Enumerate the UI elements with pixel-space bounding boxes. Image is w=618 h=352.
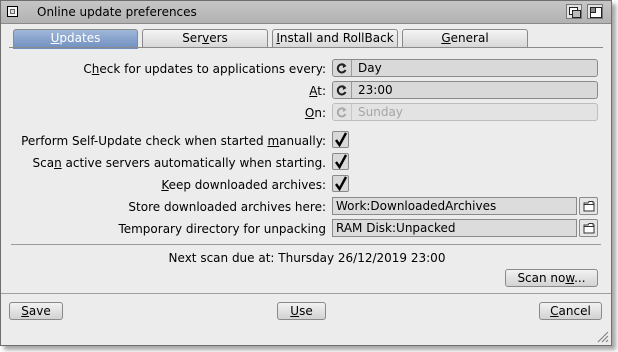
tab-general[interactable]: General bbox=[402, 29, 528, 48]
scan-now-button[interactable]: Scan now... bbox=[505, 269, 598, 287]
folder-icon bbox=[583, 201, 595, 212]
at-label: At: bbox=[309, 84, 326, 98]
temp-path-browse-button[interactable] bbox=[579, 219, 598, 237]
cancel-button[interactable]: Cancel bbox=[539, 302, 602, 320]
store-path-browse-button[interactable] bbox=[579, 197, 598, 215]
zoom-gadget-icon[interactable] bbox=[587, 4, 603, 19]
scan-active-checkbox[interactable] bbox=[332, 153, 349, 170]
separator bbox=[11, 244, 601, 245]
at-time-cycle[interactable]: 23:00 bbox=[332, 81, 598, 99]
cycle-icon bbox=[333, 60, 352, 76]
self-update-label: Perform Self-Update check when started m… bbox=[21, 134, 326, 148]
title-bar[interactable]: Online update preferences bbox=[1, 1, 611, 24]
checkmark-icon bbox=[335, 154, 348, 169]
cycle-icon bbox=[333, 104, 352, 120]
temp-path-label: Temporary directory for unpacking bbox=[118, 222, 326, 236]
check-every-cycle[interactable]: Day bbox=[332, 59, 598, 77]
tab-updates[interactable]: Updates bbox=[13, 29, 138, 49]
preferences-window: Online update preferences Updates Server… bbox=[0, 0, 612, 346]
tab-servers[interactable]: Servers bbox=[142, 29, 268, 48]
self-update-checkbox[interactable] bbox=[332, 131, 349, 148]
checkmark-icon bbox=[335, 176, 348, 191]
check-every-label: Check for updates to applications every: bbox=[83, 62, 326, 76]
tab-install-rollback[interactable]: Install and RollBack bbox=[272, 29, 398, 48]
checkmark-icon bbox=[335, 132, 348, 147]
footer-separator bbox=[1, 293, 611, 294]
on-label: On: bbox=[304, 106, 326, 120]
keep-archives-label: Keep downloaded archives: bbox=[161, 178, 326, 192]
cycle-icon bbox=[333, 82, 352, 98]
store-path-label: Store downloaded archives here: bbox=[128, 200, 326, 214]
window-title: Online update preferences bbox=[37, 5, 197, 19]
resize-grip-icon[interactable] bbox=[597, 331, 609, 343]
on-day-cycle[interactable]: Sunday bbox=[332, 103, 598, 121]
tab-divider bbox=[9, 47, 603, 48]
keep-archives-checkbox[interactable] bbox=[332, 175, 349, 192]
next-scan-text: Next scan due at: Thursday 26/12/2019 23… bbox=[168, 251, 446, 265]
use-button[interactable]: Use bbox=[277, 302, 326, 320]
temp-path-field[interactable]: RAM Disk:Unpacked bbox=[332, 219, 577, 237]
store-path-field[interactable]: Work:DownloadedArchives bbox=[332, 197, 577, 215]
close-gadget-icon[interactable] bbox=[7, 6, 18, 17]
depth-gadget-icon[interactable] bbox=[566, 4, 582, 19]
folder-icon bbox=[583, 223, 595, 234]
scan-active-label: Scan active servers automatically when s… bbox=[32, 156, 326, 170]
save-button[interactable]: Save bbox=[9, 302, 63, 320]
